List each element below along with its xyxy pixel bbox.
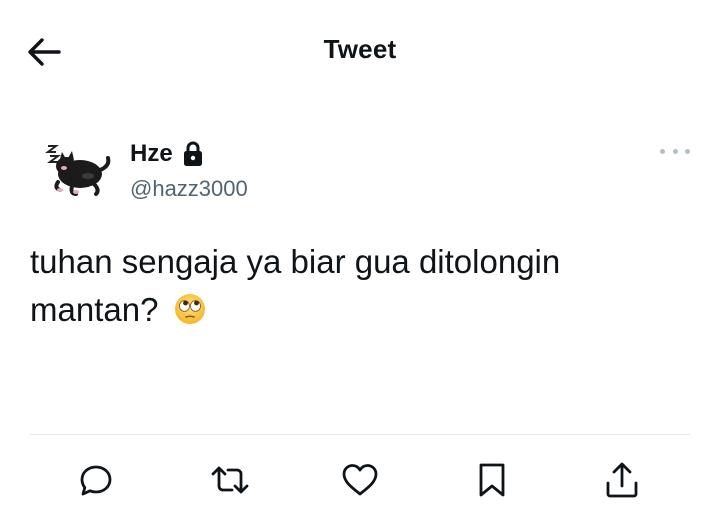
divider <box>30 434 690 435</box>
more-options-button[interactable] <box>660 144 690 158</box>
heart-icon <box>342 464 378 496</box>
more-horizontal-icon-dot <box>660 148 665 154</box>
bookmark-icon <box>479 463 505 497</box>
author-handle[interactable]: @hazz3000 <box>130 176 248 202</box>
reply-icon <box>80 465 112 496</box>
share-icon <box>606 462 638 498</box>
reply-button[interactable] <box>74 458 118 502</box>
tweet-body: tuhan sengaja ya biar gua ditolongin man… <box>30 238 690 334</box>
like-button[interactable] <box>338 458 382 502</box>
page-title: Tweet <box>323 34 397 64</box>
retweet-icon <box>211 466 249 494</box>
tweet-text: tuhan sengaja ya biar gua ditolongin man… <box>30 243 561 328</box>
top-bar: Tweet <box>0 0 720 100</box>
author-name: Hze <box>130 140 173 167</box>
tweet-actions <box>0 458 720 508</box>
retweet-button[interactable] <box>208 458 252 502</box>
bookmark-button[interactable] <box>470 458 514 502</box>
more-horizontal-icon-dot <box>685 148 690 154</box>
share-button[interactable] <box>600 458 644 502</box>
tweet-author: Hze @hazz3000 <box>30 128 690 208</box>
more-horizontal-icon-dot <box>672 148 678 154</box>
face-with-rolling-eyes-emoji-icon <box>174 290 206 324</box>
author-name-row[interactable]: Hze <box>130 140 203 168</box>
sleeping-cat-avatar-icon <box>45 145 111 196</box>
avatar[interactable] <box>30 132 114 202</box>
lock-icon <box>183 141 203 167</box>
